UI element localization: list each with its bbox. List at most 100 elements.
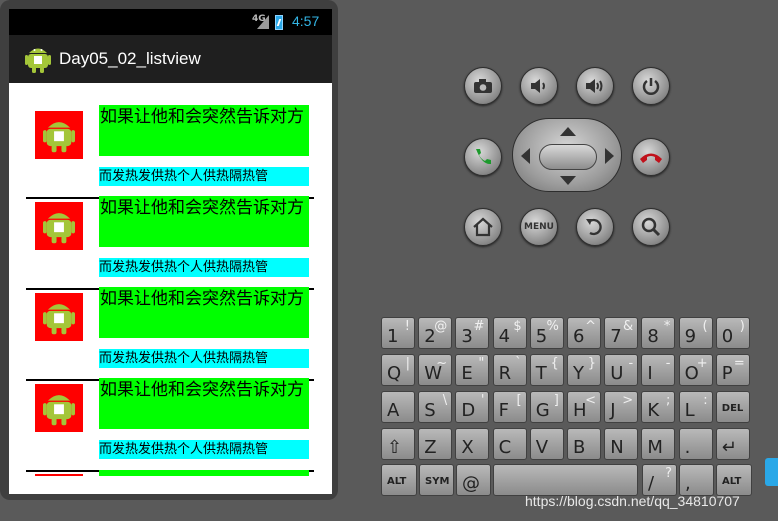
key-row5-2[interactable]: @ [456,464,491,496]
volume-down-button[interactable] [520,67,558,105]
key-row2-0[interactable]: Q | [381,354,415,386]
key-label: 8 [647,326,659,347]
key-label: 1 [387,326,399,347]
dpad[interactable] [512,118,622,192]
key-row2-1[interactable]: W ~ [418,354,453,386]
key-row4-3[interactable]: C [492,428,527,460]
key-row1-7[interactable]: 8 * [641,317,676,349]
key-row4-6[interactable]: N [604,428,639,460]
key-row5-0[interactable]: ALT [381,464,417,496]
key-alt-label: & [623,319,634,334]
key-row5-4[interactable]: /? [642,464,677,496]
key-row1-5[interactable]: 6 ^ [567,317,601,349]
key-row3-9[interactable]: DEL [715,391,750,423]
key-row2-4[interactable]: T{ [529,354,564,386]
key-row2-5[interactable]: Y} [567,354,601,386]
item-title: 如果让他和会突然告诉对方 [99,287,309,338]
key-row3-6[interactable]: J > [604,391,639,423]
power-button[interactable] [632,67,670,105]
key-alt-label: [ [516,393,522,408]
key-label: I [647,363,653,384]
item-thumbnail [35,202,83,250]
key-alt-label: ) [739,319,745,334]
key-label: . [684,437,691,458]
key-row3-0[interactable]: A [381,391,415,423]
key-row1-9[interactable]: 0) [715,317,750,349]
key-row5-6[interactable]: ALT [716,464,752,496]
search-button[interactable] [632,208,670,246]
key-row3-3[interactable]: F[ [492,391,527,423]
battery-icon [275,15,283,30]
key-row4-8[interactable]: . [678,428,713,460]
key-label: X [461,437,474,458]
key-alt-label: } [587,356,596,371]
key-label: E [461,363,473,384]
key-row4-1[interactable]: Z [418,428,453,460]
key-row3-4[interactable]: G] [529,391,564,423]
key-row1-1[interactable]: 2 @ [418,317,453,349]
item-thumbnail [35,384,83,432]
key-row3-7[interactable]: K; [641,391,676,423]
key-alt-label: ! [404,319,410,334]
dpad-right-icon[interactable] [605,148,614,164]
partial-title [99,470,309,476]
key-row5-5[interactable]: , [679,464,714,496]
key-row1-0[interactable]: 1! [381,317,415,349]
key-row4-5[interactable]: B [567,428,601,460]
dpad-left-icon[interactable] [521,148,530,164]
key-row4-9[interactable]: ↵ [715,428,750,460]
key-row4-2[interactable]: X [455,428,490,460]
key-label: G [535,400,550,421]
key-alt-label: $ [513,319,522,334]
key-row2-7[interactable]: I- [641,354,676,386]
list-item[interactable]: 如果让他和会突然告诉对方 而发热发供热个人供热隔热管 [9,83,332,186]
key-row2-3[interactable]: R ` [492,354,527,386]
dpad-center-button[interactable] [539,144,597,170]
key-row3-5[interactable]: H < [567,391,601,423]
search-icon [641,217,661,237]
list-item[interactable]: 如果让他和会突然告诉对方 而发热发供热个人供热隔热管 [9,356,332,459]
key-row2-2[interactable]: E " [455,354,490,386]
key-label: ⇧ [387,437,403,458]
key-row5-1[interactable]: SYM [419,464,454,496]
list-item[interactable]: 如果让他和会突然告诉对方 而发热发供热个人供热隔热管 [9,265,332,368]
volume-up-button[interactable] [576,67,614,105]
partial-thumbnail [35,474,83,476]
key-row1-4[interactable]: 5% [529,317,564,349]
key-label: T [535,363,547,384]
key-row3-8[interactable]: L: [678,391,713,423]
key-row1-6[interactable]: 7 & [604,317,639,349]
menu-button[interactable]: MENU [520,208,558,246]
key-label: R [498,363,512,384]
call-button[interactable] [464,138,502,176]
key-label: 9 [684,326,697,347]
end-call-button[interactable] [632,138,670,176]
list-item[interactable]: 如果让他和会突然告诉对方 而发热发供热个人供热隔热管 [9,174,332,277]
dpad-up-icon[interactable] [560,127,576,136]
phone-screen: 4G 4:57 Day05_02_listview 如果让他和会突然告诉对方 而… [9,9,332,494]
key-alt-label: ( [702,319,708,334]
key-alt-label: % [546,319,559,334]
key-row3-2[interactable]: D ' [455,391,490,423]
dpad-down-icon[interactable] [560,176,576,185]
key-row4-0[interactable]: ⇧ [381,428,415,460]
key-row2-6[interactable]: U- [604,354,639,386]
list-view[interactable]: 如果让他和会突然告诉对方 而发热发供热个人供热隔热管 如果让他和会突然告诉对方 … [9,83,332,494]
key-row4-4[interactable]: V [529,428,564,460]
android-icon [43,304,75,335]
item-thumbnail [35,293,83,341]
key-row1-8[interactable]: 9( [678,317,713,349]
key-alt-label: < [585,393,596,408]
key-label: V [535,437,549,458]
camera-button[interactable] [464,67,502,105]
key-row2-8[interactable]: O + [678,354,713,386]
key-row1-2[interactable]: 3 # [455,317,490,349]
key-row2-9[interactable]: P = [715,354,750,386]
home-button[interactable] [464,208,502,246]
key-row4-7[interactable]: M [641,428,676,460]
key-row5-3[interactable] [493,464,638,496]
key-row3-1[interactable]: S \ [418,391,453,423]
back-button[interactable] [576,208,614,246]
key-label: Q [387,363,402,384]
key-row1-3[interactable]: 4 $ [492,317,527,349]
